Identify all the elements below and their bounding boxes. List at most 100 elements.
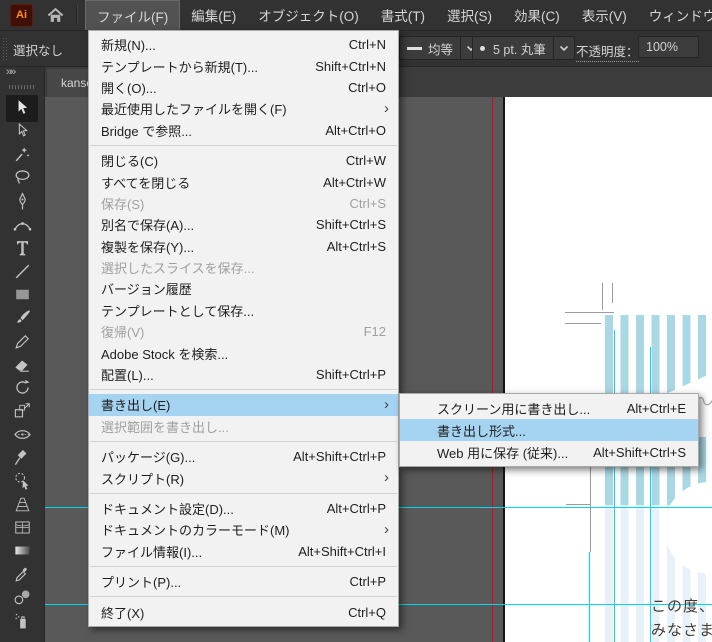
trim-mark bbox=[566, 504, 591, 505]
puppet-warp-tool-icon[interactable] bbox=[12, 448, 32, 468]
menu-item-shortcut: Alt+Shift+Ctrl+S bbox=[593, 445, 686, 460]
menu-item[interactable]: 開く(O)...Ctrl+O bbox=[89, 77, 398, 98]
panel-grip[interactable] bbox=[3, 37, 7, 60]
menu-item-shortcut: Alt+Ctrl+P bbox=[327, 501, 386, 516]
menu-item-label: 最近使用したファイルを開く(F) bbox=[101, 99, 287, 118]
menubar-item-file[interactable]: ファイル(F) bbox=[85, 0, 180, 30]
menubar-item-select[interactable]: 選択(S) bbox=[436, 0, 503, 30]
menu-item[interactable]: 配置(L)...Shift+Ctrl+P bbox=[89, 364, 398, 385]
menu-item: 選択したスライスを保存... bbox=[89, 257, 398, 278]
width-tool-icon[interactable] bbox=[12, 424, 32, 444]
menu-item-label: 書き出し形式... bbox=[437, 421, 526, 440]
menu-item[interactable]: ドキュメントのカラーモード(M)› bbox=[89, 519, 398, 540]
trim-mark bbox=[565, 323, 601, 324]
menu-item-label: Bridge で参照... bbox=[101, 121, 192, 140]
chevron-down-icon[interactable] bbox=[553, 37, 574, 59]
menubar-item-effect[interactable]: 効果(C) bbox=[503, 0, 571, 30]
menubar-item-type[interactable]: 書式(T) bbox=[370, 0, 436, 30]
blend-tool-icon[interactable] bbox=[12, 587, 32, 607]
shape-builder-tool-icon[interactable] bbox=[12, 471, 32, 491]
eraser-tool-icon[interactable] bbox=[12, 354, 32, 374]
menu-item-label: ドキュメント設定(D)... bbox=[101, 499, 234, 518]
trim-mark bbox=[602, 283, 603, 310]
menu-item[interactable]: すべてを閉じるAlt+Ctrl+W bbox=[89, 171, 398, 192]
expand-panel-icon[interactable]: »» bbox=[6, 66, 14, 78]
menu-item-label: テンプレートから新規(T)... bbox=[101, 57, 258, 76]
tools-panel-grip[interactable] bbox=[9, 85, 35, 89]
stroke-profile-dropdown[interactable]: 均等 bbox=[399, 36, 482, 60]
trim-mark bbox=[612, 283, 613, 303]
menu-item[interactable]: スクリプト(R)› bbox=[89, 467, 398, 488]
symbol-sprayer-tool-icon[interactable] bbox=[12, 611, 32, 631]
menubar-item-edit[interactable]: 編集(E) bbox=[180, 0, 247, 30]
menu-item[interactable]: バージョン履歴 bbox=[89, 278, 398, 299]
menu-item[interactable]: テンプレートとして保存... bbox=[89, 300, 398, 321]
menu-item[interactable]: スクリーン用に書き出し...Alt+Ctrl+E bbox=[400, 397, 698, 419]
pen-tool-icon[interactable] bbox=[12, 191, 32, 211]
menu-item-label: 新規(N)... bbox=[101, 35, 156, 54]
menu-item-label: パッケージ(G)... bbox=[101, 447, 195, 466]
menu-item[interactable]: 書き出し(E)› bbox=[89, 394, 398, 415]
menu-item[interactable]: 閉じる(C) Ctrl+W bbox=[89, 150, 398, 171]
cyan-guide-vertical bbox=[614, 330, 615, 642]
submenu-arrow-icon: › bbox=[384, 396, 389, 413]
menu-item[interactable]: ファイル情報(I)...Alt+Shift+Ctrl+I bbox=[89, 541, 398, 562]
menubar-item-window[interactable]: ウィンドウ(W) bbox=[638, 0, 712, 30]
menubar-item-view[interactable]: 表示(V) bbox=[571, 0, 638, 30]
menu-item[interactable]: 複製を保存(Y)...Alt+Ctrl+S bbox=[89, 236, 398, 257]
menu-item-shortcut: Shift+Ctrl+N bbox=[315, 59, 386, 74]
rectangle-tool-icon[interactable] bbox=[12, 284, 32, 304]
menu-item-label: すべてを閉じる bbox=[101, 173, 190, 192]
menu-item[interactable]: 書き出し形式... bbox=[400, 419, 698, 441]
menu-item[interactable]: Adobe Stock を検索... bbox=[89, 342, 398, 363]
menu-item-label: 開く(O)... bbox=[101, 78, 157, 97]
menu-separator bbox=[90, 145, 397, 146]
selection-status: 選択なし bbox=[13, 40, 63, 59]
mesh-tool-icon[interactable] bbox=[12, 517, 32, 537]
menu-item-label: 閉じる(C) bbox=[101, 151, 158, 170]
menu-item-label: ドキュメントのカラーモード(M) bbox=[101, 520, 290, 539]
direct-selection-tool-icon[interactable] bbox=[12, 121, 32, 141]
menu-item-shortcut: Ctrl+Q bbox=[348, 605, 386, 620]
paintbrush-tool-icon[interactable] bbox=[12, 308, 32, 328]
magic-wand-tool-icon[interactable] bbox=[12, 145, 32, 165]
selection-tool-icon[interactable] bbox=[12, 98, 32, 118]
lasso-tool-icon[interactable] bbox=[12, 168, 32, 188]
menu-item[interactable]: Web 用に保存 (従来)... Alt+Shift+Ctrl+S bbox=[400, 441, 698, 463]
curvature-tool-icon[interactable] bbox=[12, 215, 32, 235]
submenu-arrow-icon: › bbox=[384, 100, 389, 117]
menu-item-shortcut: F12 bbox=[364, 324, 386, 339]
illustrator-app-icon[interactable]: Ai bbox=[10, 4, 33, 27]
illustrator-window: Ai ファイル(F)編集(E)オブジェクト(O)書式(T)選択(S)効果(C)表… bbox=[0, 0, 712, 642]
perspective-grid-tool-icon[interactable] bbox=[12, 494, 32, 514]
menu-item[interactable]: パッケージ(G)...Alt+Shift+Ctrl+P bbox=[89, 446, 398, 467]
eyedropper-tool-icon[interactable] bbox=[12, 564, 32, 584]
type-tool-icon[interactable] bbox=[12, 238, 32, 258]
opacity-label[interactable]: 不透明度： bbox=[576, 41, 639, 62]
menu-item-label: スクリプト(R) bbox=[101, 469, 184, 488]
menu-item[interactable]: Bridge で参照...Alt+Ctrl+O bbox=[89, 120, 398, 141]
menu-item[interactable]: ドキュメント設定(D)... Alt+Ctrl+P bbox=[89, 498, 398, 519]
menu-item-label: バージョン履歴 bbox=[101, 279, 192, 298]
menubar-item-object[interactable]: オブジェクト(O) bbox=[247, 0, 370, 30]
gradient-tool-icon[interactable] bbox=[12, 541, 32, 561]
pencil-tool-icon[interactable] bbox=[12, 331, 32, 351]
line-segment-tool-icon[interactable] bbox=[12, 261, 32, 281]
brush-definition-dropdown[interactable]: 5 pt. 丸筆 bbox=[472, 36, 575, 60]
scale-tool-icon[interactable] bbox=[12, 401, 32, 421]
menu-item-label: 復帰(V) bbox=[101, 322, 144, 341]
home-icon[interactable] bbox=[42, 4, 68, 26]
menu-item[interactable]: テンプレートから新規(T)... Shift+Ctrl+N bbox=[89, 55, 398, 76]
document-text-line: この度、花 bbox=[651, 595, 712, 616]
document-text-line: みなさまが bbox=[651, 619, 712, 640]
rotate-tool-icon[interactable] bbox=[12, 378, 32, 398]
menu-item[interactable]: 新規(N)...Ctrl+N bbox=[89, 34, 398, 55]
menu-item[interactable]: 終了(X) Ctrl+Q bbox=[89, 601, 398, 622]
menu-item[interactable]: 最近使用したファイルを開く(F) › bbox=[89, 98, 398, 119]
menu-item[interactable]: 別名で保存(A)...Shift+Ctrl+S bbox=[89, 214, 398, 235]
menu-item-shortcut: Ctrl+W bbox=[346, 153, 386, 168]
menu-item-label: Web 用に保存 (従来)... bbox=[437, 443, 568, 462]
menu-item-label: 終了(X) bbox=[101, 603, 144, 622]
menu-item[interactable]: プリント(P)...Ctrl+P bbox=[89, 571, 398, 592]
opacity-input[interactable]: 100% bbox=[638, 36, 699, 58]
